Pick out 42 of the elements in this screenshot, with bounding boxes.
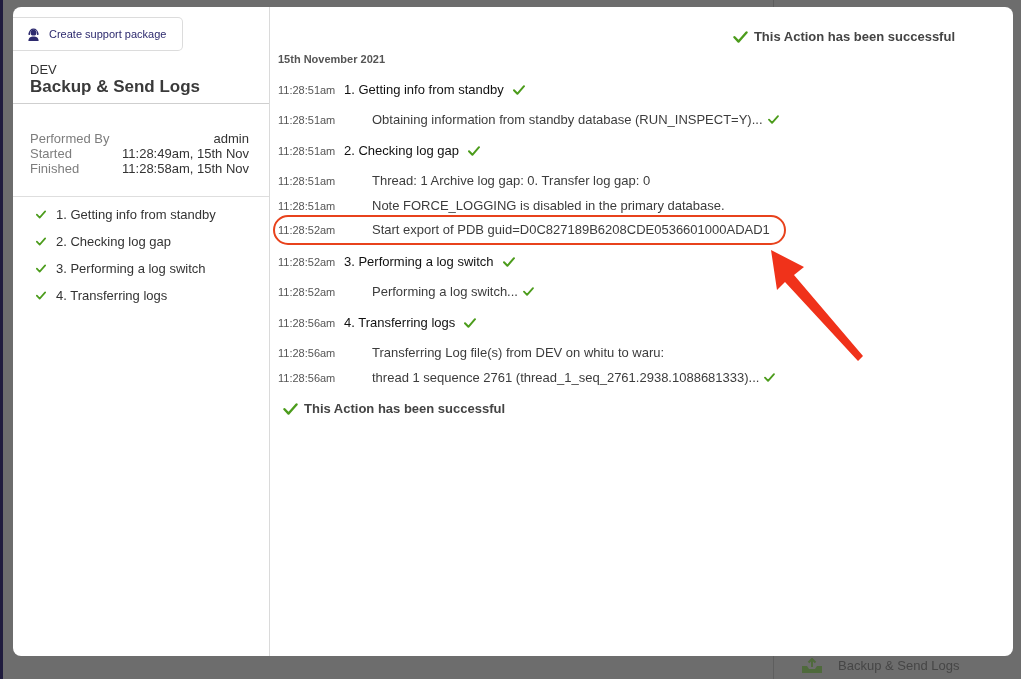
log-message: Transferring Log file(s) from DEV on whitu to waru: — [372, 345, 665, 360]
log-time: 11:28:51am — [278, 83, 337, 96]
log-time: 11:28:52am — [278, 285, 337, 298]
log-time: 11:28:51am — [278, 113, 337, 126]
check-icon — [283, 403, 298, 415]
headset-person-icon — [27, 27, 40, 41]
log-step-title: 3. Performing a log switch — [344, 254, 494, 269]
support-package-button[interactable]: Create support package — [13, 17, 183, 51]
log-step-title: 2. Checking log gap — [344, 143, 459, 158]
log-time: 11:28:52am — [278, 255, 337, 268]
log-time: 11:28:52am — [278, 223, 337, 236]
log-message: Thread: 1 Archive log gap: 0. Transfer log gap: 0 — [372, 173, 651, 188]
log-message: Start export of PDB guid=D0C827189B6208CDE0536601000ADAD1 — [372, 222, 770, 237]
detail-value: 11:28:49am, 15th Nov — [122, 146, 249, 161]
log-time: 11:28:56am — [278, 346, 337, 359]
check-icon — [732, 31, 748, 43]
step-label[interactable]: 1. Getting info from standby — [56, 207, 216, 222]
log-step-title: 1. Getting info from standby — [344, 82, 504, 97]
detail-label: Finished — [30, 161, 80, 176]
detail-value: 11:28:58am, 15th Nov — [122, 161, 249, 176]
tray-arrow-icon — [800, 657, 824, 674]
step-label[interactable]: 4. Transferring logs — [56, 288, 168, 303]
log-message: Obtaining information from standby database (RUN_INSPECT=Y)... — [372, 112, 763, 127]
log-message: thread 1 sequence 2761 (thread_1_seq_2761.2938.1088681333)... — [372, 370, 760, 385]
detail-label: Started — [30, 146, 72, 161]
log-step-title: 4. Transferring logs — [344, 315, 456, 330]
log-message: Note FORCE_LOGGING is disabled in the primary database. — [372, 198, 725, 213]
log-date: 15th November 2021 — [278, 52, 385, 66]
result-message: This Action has been successful — [304, 400, 506, 418]
log-message: Performing a log switch... — [372, 284, 518, 299]
log-time: 11:28:51am — [278, 144, 337, 157]
log-time: 11:28:51am — [278, 174, 337, 187]
log-time: 11:28:56am — [278, 371, 337, 384]
detail-value: admin — [213, 131, 249, 146]
step-label[interactable]: 3. Performing a log switch — [56, 261, 206, 276]
environment-label: DEV — [30, 62, 58, 77]
detail-label: Performed By — [30, 131, 110, 146]
log-time: 11:28:51am — [278, 199, 337, 212]
result-message: This Action has been successful — [753, 28, 955, 46]
log-time: 11:28:56am — [278, 316, 337, 329]
step-label[interactable]: 2. Checking log gap — [56, 234, 171, 249]
action-title: Backup & Send Logs — [30, 77, 202, 96]
